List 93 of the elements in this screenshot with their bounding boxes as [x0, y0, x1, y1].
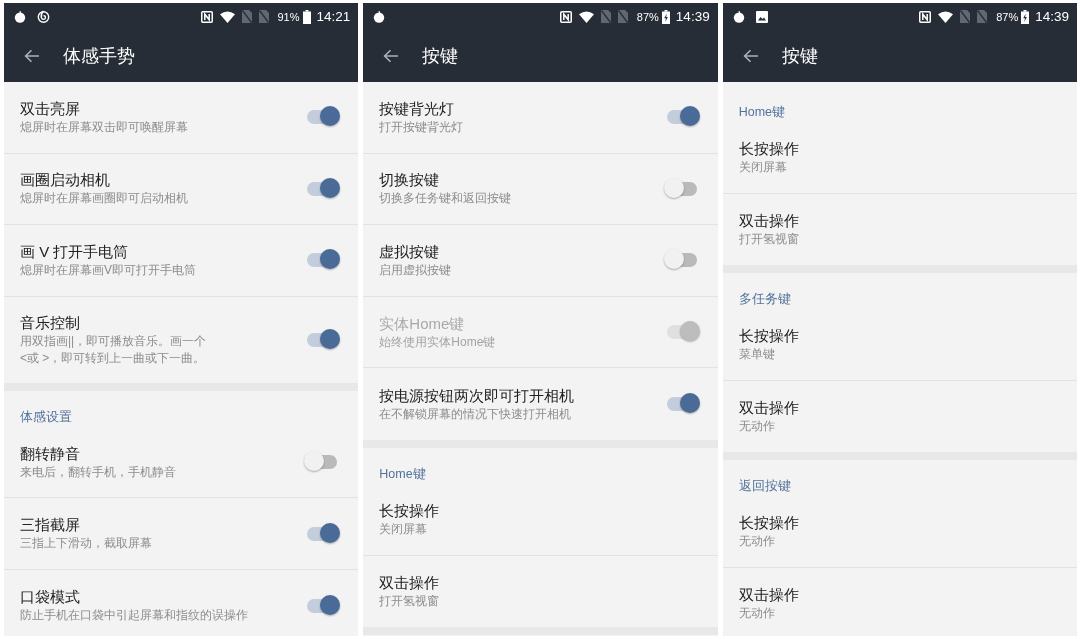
setting-title: 按电源按钮两次即可打开相机: [379, 385, 576, 406]
battery-percent: 87%: [636, 10, 659, 23]
settings-row[interactable]: 双击操作 无动作: [722, 567, 1077, 636]
battery-percent: 91%: [277, 10, 300, 23]
back-icon[interactable]: [383, 49, 400, 63]
setting-summary: 无动作: [738, 418, 776, 436]
setting-summary: 熄屏时在屏幕画圈即可启动相机: [20, 190, 189, 208]
setting-title: 口袋模式: [20, 587, 81, 608]
screen-title: 按键: [781, 45, 818, 68]
no-sim-icon: [600, 10, 611, 23]
settings-row[interactable]: 长按操作 无动作: [722, 496, 1077, 568]
setting-title: 双击操作: [379, 572, 441, 593]
setting-summary: 关闭屏幕: [738, 158, 788, 176]
setting-summary: 关闭屏幕: [379, 520, 429, 538]
setting-summary: 菜单键: [738, 346, 776, 363]
section-header: 多任务键: [737, 291, 792, 309]
setting-title: 画圈启动相机: [20, 170, 111, 191]
nfc-icon: [200, 10, 213, 23]
setting-summary: 无动作: [738, 533, 776, 551]
settings-row[interactable]: 按键背光灯 打开按键背光灯: [363, 82, 718, 154]
fruit-icon: [14, 10, 26, 23]
no-sim-icon: [960, 10, 971, 23]
section-header: Home键: [378, 465, 427, 483]
settings-row[interactable]: 三指截屏 三指上下滑动，截取屏幕: [4, 498, 359, 570]
clock-time: 14:39: [675, 9, 710, 24]
setting-title: 双击亮屏: [20, 98, 81, 119]
settings-row[interactable]: 虚拟按键 启用虚拟按键: [363, 225, 718, 297]
setting-summary: 无动作: [738, 605, 776, 623]
settings-row[interactable]: 长按操作 菜单键: [722, 309, 1077, 381]
settings-row[interactable]: 切换按键 切换多任务键和返回按键: [363, 153, 718, 226]
setting-title: 双击操作: [738, 398, 800, 419]
settings-row[interactable]: 画圈启动相机 熄屏时在屏幕画圈即可启动相机: [4, 153, 359, 226]
setting-title: 双击操作: [738, 210, 800, 231]
no-sim-icon: [977, 10, 988, 23]
settings-row[interactable]: 长按操作 关闭屏幕: [722, 122, 1077, 194]
setting-summary: 打开氢视窗: [738, 230, 800, 248]
clock-time: 14:39: [1035, 9, 1069, 24]
section-header: Home键: [737, 104, 786, 121]
settings-row[interactable]: 双击操作 无动作: [722, 380, 1077, 453]
section-header: 体感设置: [19, 408, 73, 426]
settings-row[interactable]: 双击亮屏 熄屏时在屏幕双击即可唤醒屏幕: [4, 82, 359, 154]
setting-title: 实体Home键: [379, 313, 466, 334]
settings-row[interactable]: 画 V 打开手电筒 熄屏时在屏幕画V即可打开手电筒: [4, 225, 359, 297]
setting-title: 长按操作: [379, 500, 441, 521]
fruit-icon: [732, 10, 745, 23]
setting-summary: 打开按键背光灯: [379, 118, 465, 136]
no-sim-icon: [258, 10, 269, 23]
setting-summary: 三指上下滑动，截取屏幕: [20, 535, 153, 553]
setting-summary: 防止手机在口袋中引起屏幕和指纹的误操作: [20, 607, 249, 625]
back-icon[interactable]: [24, 49, 40, 63]
setting-title: 虚拟按键: [379, 242, 441, 262]
setting-title: 长按操作: [738, 326, 800, 346]
wifi-icon: [938, 10, 954, 23]
setting-summary: 熄屏时在屏幕画V即可打开手电筒: [20, 262, 197, 279]
setting-title: 三指截屏: [20, 515, 81, 536]
settings-row[interactable]: 口袋模式 防止手机在口袋中引起屏幕和指纹的误操作: [4, 569, 359, 636]
wifi-icon: [578, 10, 594, 23]
setting-title: 画 V 打开手电筒: [20, 242, 130, 262]
settings-row[interactable]: 长按操作 关闭屏幕: [363, 483, 718, 556]
setting-title: 长按操作: [738, 138, 800, 159]
no-sim-icon: [617, 10, 628, 23]
setting-summary: 始终使用实体Home键: [379, 333, 497, 351]
screen-title: 按键: [422, 45, 459, 68]
image-icon: [755, 10, 768, 23]
setting-title: 双击操作: [738, 585, 800, 606]
nfc-icon: [919, 10, 932, 23]
back-icon[interactable]: [742, 49, 759, 63]
setting-title: 音乐控制: [20, 312, 81, 333]
setting-summary: 来电后，翻转手机，手机静音: [20, 463, 177, 481]
settings-row[interactable]: 翻转静音 来电后，翻转手机，手机静音: [4, 426, 359, 499]
screen-title: 体感手势: [63, 45, 135, 68]
section-header: 返回按键: [737, 478, 792, 496]
setting-summary: 启用虚拟按键: [379, 262, 453, 279]
fruit-icon: [373, 10, 386, 23]
spiral-icon: [37, 10, 50, 23]
battery-percent: 87%: [996, 10, 1019, 23]
settings-row[interactable]: 按电源按钮两次即可打开相机 在不解锁屏幕的情况下快速打开相机: [363, 368, 718, 440]
setting-title: 翻转静音: [20, 443, 81, 464]
nfc-icon: [559, 10, 572, 23]
settings-row[interactable]: 双击操作 打开氢视窗: [722, 193, 1077, 266]
setting-summary: 用双指画||，即可播放音乐。画一个 <或 >，即可转到上一曲或下一曲。: [20, 332, 208, 367]
settings-row[interactable]: 双击操作 打开氢视窗: [363, 555, 718, 628]
setting-title: 切换按键: [379, 170, 441, 191]
wifi-icon: [219, 10, 235, 23]
clock-time: 14:21: [316, 9, 351, 24]
setting-summary: 打开氢视窗: [379, 592, 441, 610]
no-sim-icon: [241, 10, 252, 23]
setting-summary: 切换多任务键和返回按键: [379, 190, 513, 208]
settings-row[interactable]: 音乐控制 用双指画||，即可播放音乐。画一个 <或 >，即可转到上一曲或下一曲。: [4, 296, 359, 383]
setting-title: 长按操作: [738, 513, 800, 534]
setting-summary: 在不解锁屏幕的情况下快速打开相机: [379, 405, 573, 423]
setting-title: 按键背光灯: [379, 98, 456, 119]
setting-summary: 熄屏时在屏幕双击即可唤醒屏幕: [20, 118, 189, 136]
